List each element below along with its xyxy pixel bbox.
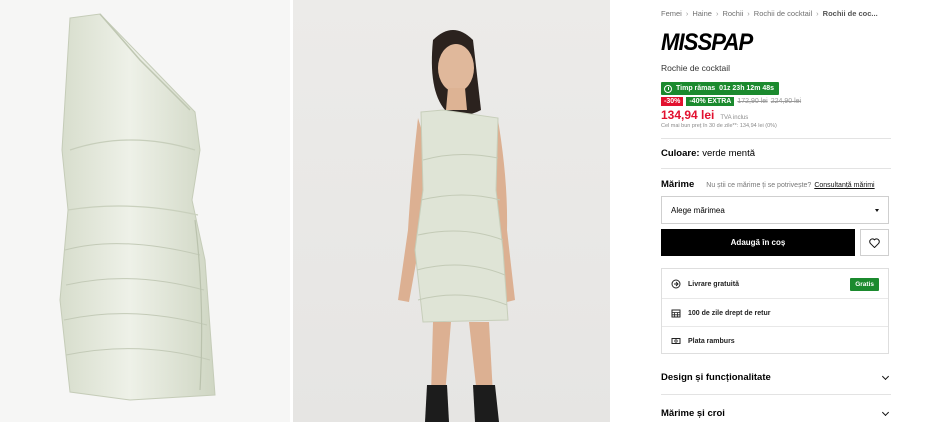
- product-image-model[interactable]: [293, 0, 610, 422]
- original-price: 224,90 lei: [770, 98, 802, 105]
- accordion-title: Design și funcționalitate: [661, 372, 771, 383]
- caret-down-icon: [875, 208, 879, 212]
- timer-label: Timp rămas: [676, 85, 716, 92]
- color-label: Culoare:: [661, 148, 700, 159]
- breadcrumb-separator-icon: ›: [816, 9, 819, 18]
- breadcrumb: Femei › Haine › Rochii › Rochii de cockt…: [661, 9, 891, 18]
- payment-text: Plata ramburs: [688, 337, 735, 345]
- cash-icon: [671, 336, 681, 346]
- calendar-icon: [671, 308, 681, 318]
- add-to-cart-button[interactable]: Adaugă în coș: [661, 229, 855, 256]
- vat-note: TVA inclus: [720, 115, 749, 121]
- breadcrumb-current: Rochii de coc...: [822, 9, 878, 18]
- heart-icon: [869, 237, 880, 248]
- breadcrumb-separator-icon: ›: [685, 9, 689, 18]
- accordion-title: Mărime și croi: [661, 408, 725, 419]
- chevron-down-icon: [881, 372, 890, 380]
- product-info-panel: Femei › Haine › Rochii › Rochii de cockt…: [661, 0, 891, 422]
- wishlist-button[interactable]: [860, 229, 889, 256]
- product-image-flat[interactable]: [0, 0, 290, 422]
- clock-icon: [664, 84, 672, 93]
- size-label: Mărime: [661, 179, 695, 190]
- accordion-design[interactable]: Design și funcționalitate: [661, 372, 891, 383]
- product-page: Femei › Haine › Rochii › Rochii de cockt…: [0, 0, 940, 422]
- dress-flat-illustration: [59, 13, 216, 401]
- delivery-icon: [671, 279, 681, 289]
- size-question: Nu știi ce mărime ți se potrivește?: [706, 182, 812, 189]
- accordion-size-fit[interactable]: Mărime și croi: [661, 408, 891, 419]
- model-illustration: [398, 30, 515, 422]
- color-value: verde mentă: [702, 148, 755, 159]
- returns-text: 100 de zile drept de retur: [688, 309, 771, 317]
- color-info: Culoare: verde mentă: [661, 148, 755, 159]
- extra-discount-badge: -40% EXTRA: [686, 97, 735, 106]
- free-badge: Gratis: [850, 278, 879, 291]
- delivery-text: Livrare gratuită: [688, 280, 739, 288]
- divider: [661, 394, 891, 395]
- size-select-value: Alege mărimea: [671, 205, 725, 215]
- divider: [661, 168, 891, 169]
- breadcrumb-item[interactable]: Rochii de cocktail: [754, 9, 812, 18]
- breadcrumb-item[interactable]: Femei: [661, 9, 682, 18]
- brand-name[interactable]: MISSPAP: [661, 29, 753, 57]
- breadcrumb-item[interactable]: Rochii: [722, 9, 743, 18]
- size-header: Mărime Nu știi ce mărime ți se potriveșt…: [661, 179, 891, 190]
- discount-badges: -30% -40% EXTRA 172,90 lei 224,90 lei: [661, 97, 801, 106]
- breadcrumb-separator-icon: ›: [715, 9, 719, 18]
- product-type: Rochie de cocktail: [661, 63, 730, 73]
- lowest-price-note: Cel mai bun preț în 30 de zile**: 134,94…: [661, 123, 777, 129]
- discount-badge: -30%: [661, 97, 684, 106]
- breadcrumb-separator-icon: ›: [747, 9, 750, 18]
- services-box: Livrare gratuită Gratis 100 de zile drep…: [661, 268, 889, 354]
- price-row: 134,94 lei TVA inclus: [661, 108, 748, 122]
- service-returns: 100 de zile drept de retur: [662, 299, 888, 327]
- size-select[interactable]: Alege mărimea: [661, 196, 889, 224]
- chevron-down-icon: [881, 408, 890, 416]
- service-payment: Plata ramburs: [662, 327, 888, 355]
- timer-value: 01z 23h 12m 48s: [719, 85, 775, 92]
- divider: [661, 138, 891, 139]
- service-delivery: Livrare gratuită Gratis: [662, 270, 888, 298]
- countdown-timer: Timp rămas 01z 23h 12m 48s: [661, 82, 780, 95]
- old-price: 172,90 lei: [737, 98, 768, 105]
- breadcrumb-item[interactable]: Haine: [692, 9, 712, 18]
- size-advice-link[interactable]: Consultanță mărimi: [814, 182, 874, 189]
- current-price: 134,94 lei: [661, 108, 715, 122]
